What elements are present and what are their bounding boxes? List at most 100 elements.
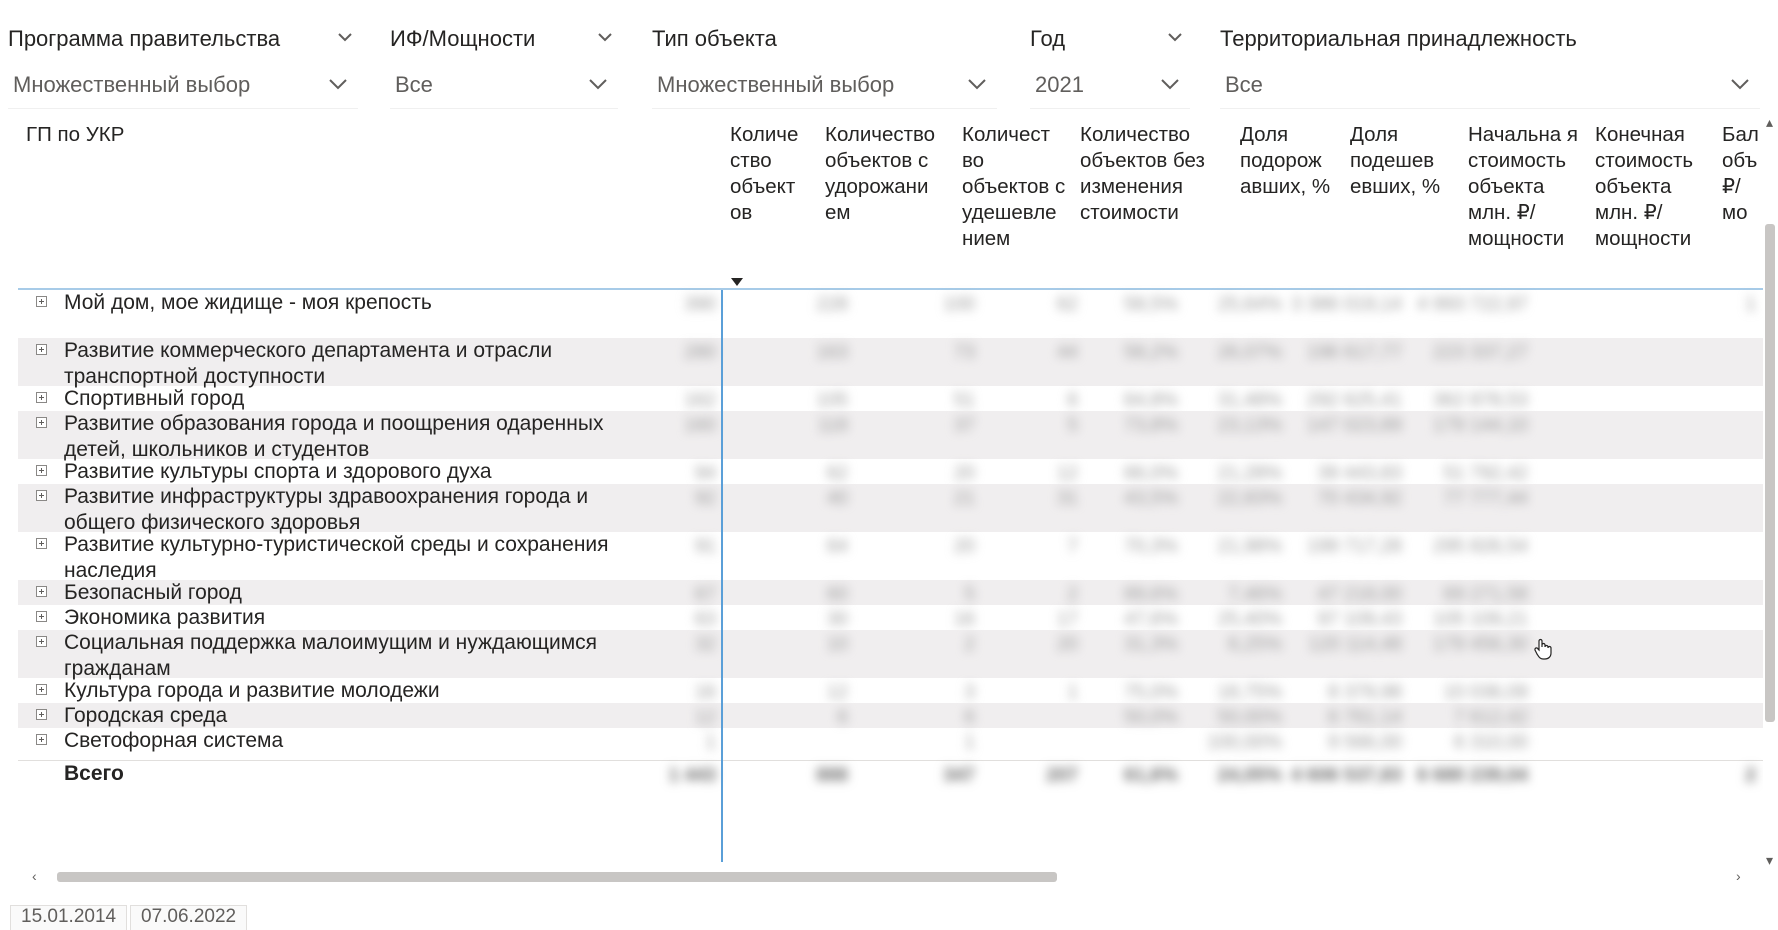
table-cell: 179 144,10 xyxy=(1432,415,1528,436)
scroll-right-icon[interactable]: › xyxy=(1736,868,1741,884)
row-header[interactable]: ГП по УКР xyxy=(26,122,124,148)
column-header-share-decreased[interactable]: Доля подешев евших, % xyxy=(1350,122,1455,200)
table-row[interactable]: Развитие инфраструктуры здравоохранения … xyxy=(18,484,1764,534)
slicer-territory[interactable]: Территориальная принадлежность Все xyxy=(1220,0,1760,110)
table-cell: 6,25% xyxy=(1228,634,1282,655)
table-cell: 43,5% xyxy=(1124,488,1178,509)
table-cell: 77 777,44 xyxy=(1443,488,1528,509)
table-cell: 6 xyxy=(1067,390,1078,411)
table-row[interactable]: Безопасный город 67 60 5 2 89,6% 7,46% 47 218,0… xyxy=(18,580,1764,605)
column-header-initial-cost[interactable]: Начальна я стоимость объекта млн. ₽/ мощ… xyxy=(1468,122,1578,252)
column-header-final-cost[interactable]: Конечная стоимость объекта млн. ₽/ мощно… xyxy=(1595,122,1705,252)
table-cell: 40 xyxy=(826,488,848,509)
table-cell: 292 625,41 xyxy=(1306,390,1402,411)
slicer-dropdown[interactable]: Все xyxy=(390,60,618,109)
slicer-title: Тип объекта xyxy=(652,26,777,51)
table-cell: 3 xyxy=(964,682,975,703)
column-header-balance[interactable]: Бал объ ₽/мо xyxy=(1722,122,1762,226)
table-cell: 196 617,77 xyxy=(1306,342,1402,363)
slicer-value: Множественный выбор xyxy=(13,72,251,97)
table-cell: 100 xyxy=(943,294,975,315)
table-cell: 16 xyxy=(694,682,716,703)
matrix-table: ГП по УКР Количе ство объект ов Количест… xyxy=(10,112,1777,892)
table-cell: 12 xyxy=(694,707,716,728)
table-cell: 31 xyxy=(1056,488,1078,509)
table-cell: 3 386 019,14 xyxy=(1291,294,1402,315)
table-cell: 62 xyxy=(1056,294,1078,315)
column-header-decreased[interactable]: Количест во объектов с удешевле нием xyxy=(962,122,1067,252)
column-header-unchanged[interactable]: Количество объектов без изменения стоимо… xyxy=(1080,122,1210,226)
slicer-value: Множественный выбор xyxy=(657,72,895,97)
table-cell: 25,40% xyxy=(1217,609,1282,630)
slicer-government-program[interactable]: Программа правительства Множественный вы… xyxy=(8,0,358,110)
table-cell: 199 717,28 xyxy=(1306,536,1402,557)
slicer-year[interactable]: Год 2021 xyxy=(1030,0,1190,110)
total-cell: 4 606 537,83 xyxy=(1291,765,1402,786)
table-cell: 8 379,98 xyxy=(1328,682,1402,703)
scroll-up-icon[interactable]: ▴ xyxy=(1766,114,1773,131)
vertical-scroll-thumb[interactable] xyxy=(1765,224,1775,722)
row-values: 16 12 3 1 75,0% 18,75% 8 379,98 10 036,09 xyxy=(18,678,1764,703)
table-row[interactable]: Спортивный город 162 105 51 6 64,8% 31,48% 292 … xyxy=(18,386,1764,411)
table-row[interactable]: Развитие коммерческого департамента и от… xyxy=(18,338,1764,388)
table-row[interactable]: Светофорная система 1 1 100,00% 9 566,00 6 31… xyxy=(18,728,1764,753)
table-row[interactable]: Развитие культуры спорта и здорового дух… xyxy=(18,459,1764,484)
chevron-down-icon[interactable] xyxy=(338,30,352,44)
slicer-dropdown[interactable]: 2021 xyxy=(1030,60,1190,109)
table-cell: 60 xyxy=(826,584,848,605)
table-cell: 1 xyxy=(964,732,975,753)
table-cell: 120 114,48 xyxy=(1308,634,1402,655)
table-cell: 21,28% xyxy=(1217,463,1282,484)
total-cell: 2 xyxy=(1745,765,1756,786)
chevron-down-icon[interactable] xyxy=(1168,30,1182,44)
column-divider[interactable] xyxy=(721,290,723,862)
slicer-if-capacity[interactable]: ИФ/Мощности Все xyxy=(390,0,618,110)
table-cell: 105 109,21 xyxy=(1432,609,1528,630)
table-cell: 63 xyxy=(694,609,716,630)
row-values: 91 64 20 7 70,3% 21,98% 199 717,28 295 826,54 xyxy=(18,532,1764,580)
table-cell: 7,46% xyxy=(1228,584,1282,605)
slicer-dropdown[interactable]: Все xyxy=(1220,60,1760,109)
slicer-dropdown[interactable]: Множественный выбор xyxy=(652,60,997,109)
table-cell: 70,3% xyxy=(1124,536,1178,557)
slicer-dropdown[interactable]: Множественный выбор xyxy=(8,60,358,109)
table-row[interactable]: Городская среда 12 6 6 50,0% 50,00% 6 761,14 7 … xyxy=(18,703,1764,728)
table-row[interactable]: Социальная поддержка малоимущим и нуждаю… xyxy=(18,630,1764,680)
table-row[interactable]: Культура города и развитие молодежи 16 12 3… xyxy=(18,678,1764,703)
table-row[interactable]: Развитие культурно-туристической среды и… xyxy=(18,532,1764,582)
date-tab-start[interactable]: 15.01.2014 xyxy=(10,905,128,930)
table-cell: 1 xyxy=(705,732,716,753)
scroll-left-icon[interactable]: ‹ xyxy=(32,868,37,884)
table-cell: 280 xyxy=(684,342,716,363)
table-row[interactable]: Мой дом, мое жидище - моя крепость 390 228… xyxy=(18,290,1764,338)
row-values: 63 30 16 17 47,6% 25,40% 97 109,43 105 109,21 xyxy=(18,605,1764,630)
table-row[interactable]: Экономика развития 63 30 16 17 47,6% 25,40% 97 … xyxy=(18,605,1764,630)
chevron-down-icon[interactable] xyxy=(598,30,612,44)
table-cell: 5 xyxy=(964,584,975,605)
table-cell: 10 036,09 xyxy=(1443,682,1528,703)
column-header-increased[interactable]: Количество объектов с удорожани ем xyxy=(825,122,945,226)
row-values: 94 62 20 12 66,0% 21,28% 39 443,83 51 792,42 xyxy=(18,459,1764,484)
column-header-count[interactable]: Количе ство объект ов xyxy=(730,122,810,226)
table-cell: 94 xyxy=(694,463,716,484)
table-cell: 1 xyxy=(1067,682,1078,703)
column-header-share-increased[interactable]: Доля подорож авших, % xyxy=(1240,122,1335,200)
date-tab-end[interactable]: 07.06.2022 xyxy=(130,905,248,930)
table-cell: 16 xyxy=(953,609,975,630)
table-cell: 17 xyxy=(1056,609,1078,630)
slicer-title: Год xyxy=(1030,26,1066,51)
horizontal-scroll-thumb[interactable] xyxy=(57,872,1057,882)
slicer-object-type[interactable]: Тип объекта Множественный выбор xyxy=(652,0,997,110)
table-cell: 6 xyxy=(837,707,848,728)
table-cell: 7 xyxy=(1067,536,1078,557)
table-cell: 44 xyxy=(1056,342,1078,363)
row-values: 390 228 100 62 58,5% 25,64% 3 386 019,14 4 993 … xyxy=(18,290,1764,338)
sort-descending-icon[interactable] xyxy=(731,278,743,286)
scroll-down-icon[interactable]: ▾ xyxy=(1766,852,1773,869)
table-cell: 20 xyxy=(1056,634,1078,655)
table-row[interactable]: Развитие образования города и поощрения … xyxy=(18,411,1764,461)
total-cell: 24,05% xyxy=(1217,765,1282,786)
table-cell: 295 826,54 xyxy=(1432,536,1528,557)
table-cell: 118 xyxy=(817,415,848,436)
chevron-down-icon xyxy=(1161,79,1179,90)
